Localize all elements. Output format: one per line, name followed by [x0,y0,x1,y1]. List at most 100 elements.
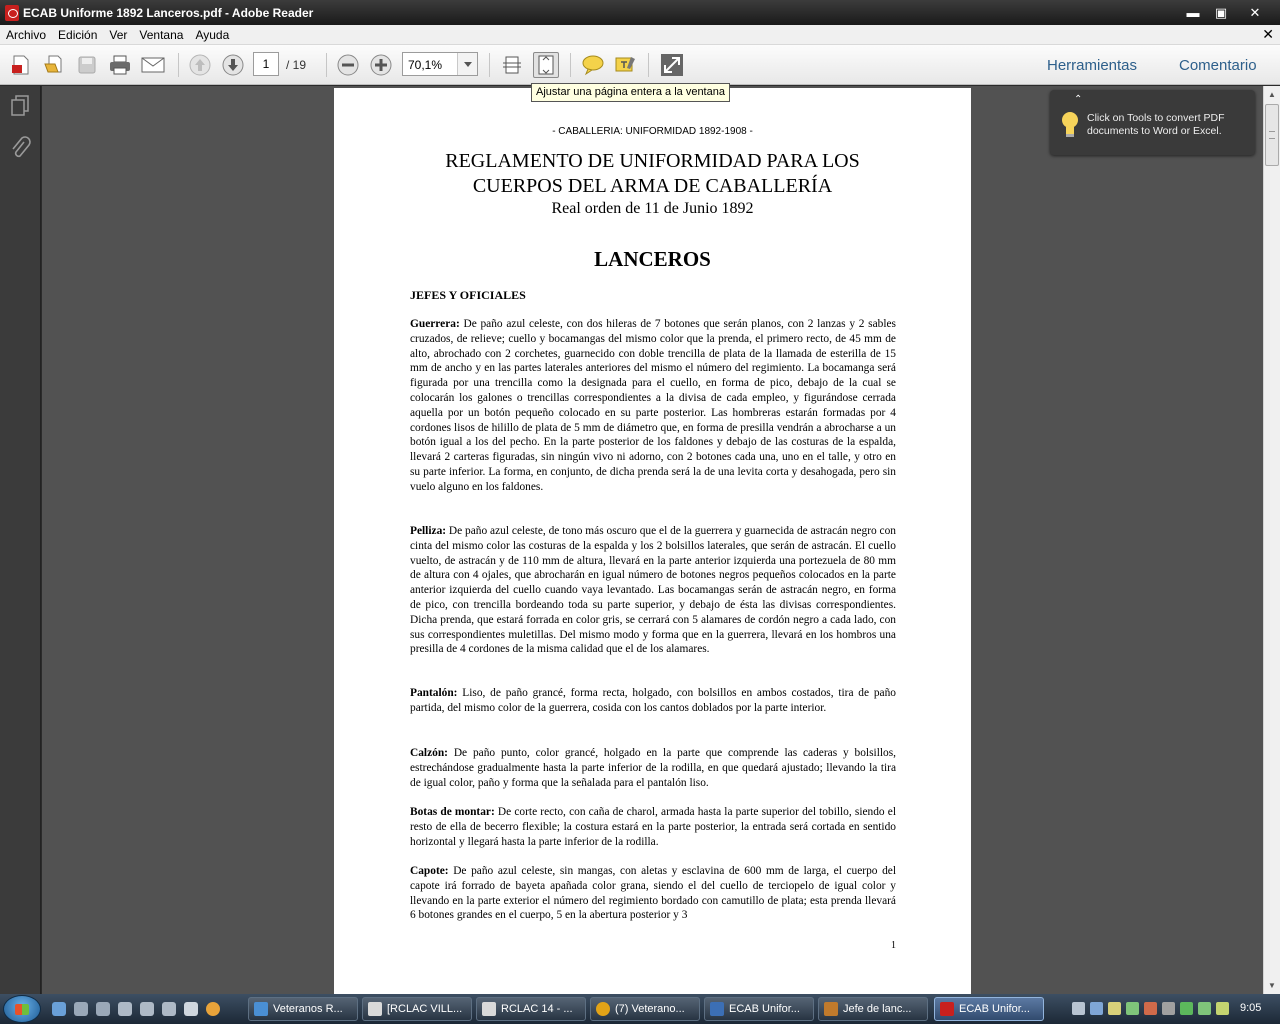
pdf-page: - CABALLERIA: UNIFORMIDAD 1892-1908 - RE… [334,88,971,994]
page-number-input[interactable]: 1 [253,52,279,76]
page-number: 1 [891,940,896,951]
callout-text: Click on Tools to convert PDF documents … [1087,112,1225,137]
sticky-note-icon[interactable] [580,52,606,78]
vertical-scrollbar[interactable]: ▲ ▼ [1263,86,1280,994]
taskbar-item[interactable]: Jefe de lanc... [818,997,928,1021]
quicklaunch-icon[interactable] [74,1002,88,1016]
paragraph-text: De paño punto, color grancé, holgado en … [410,747,896,789]
taskbar-item-active[interactable]: ECAB Unifor... [934,997,1044,1021]
menu-ayuda[interactable]: Ayuda [189,28,235,42]
minimize-button[interactable]: ▬ [1180,4,1206,22]
tray-icon[interactable] [1180,1002,1193,1015]
fit-width-icon[interactable] [499,52,525,78]
page-header: - CABALLERIA: UNIFORMIDAD 1892-1908 - [552,126,753,137]
app-icon [824,1002,838,1016]
menu-ventana[interactable]: Ventana [133,28,189,42]
zoom-value: 70,1% [408,58,443,72]
navigation-pane [0,86,41,994]
toolbar-separator [326,53,327,77]
taskbar: Veteranos R... [RCLAC VILL... RCLAC 14 -… [0,994,1280,1024]
clock: 9:05 [1240,1002,1262,1014]
paragraph-text: De paño azul celeste, de tono más oscuro… [410,525,896,656]
menu-archivo[interactable]: Archivo [0,28,52,42]
scroll-up-arrow-icon[interactable]: ▲ [1264,86,1280,103]
adobe-reader-icon [5,4,19,21]
previous-page-icon[interactable] [187,52,213,78]
taskbar-item[interactable]: [RCLAC VILL... [362,997,472,1021]
paragraph-text: Liso, de paño grancé, forma recta, holga… [410,687,896,714]
fit-page-icon[interactable] [533,52,559,78]
tray-icon[interactable] [1090,1002,1103,1015]
chrome-icon[interactable] [206,1002,220,1016]
tray-icon[interactable] [1216,1002,1229,1015]
taskbar-item[interactable]: Veteranos R... [248,997,358,1021]
open-file-icon[interactable] [41,52,67,78]
quicklaunch-icon[interactable] [140,1002,154,1016]
close-document-button[interactable]: ✕ [1262,26,1274,43]
app-icon [254,1002,268,1016]
paragraph-term: Pantalón: [410,687,458,699]
attachments-icon[interactable] [9,136,31,160]
highlight-text-icon[interactable] [613,52,639,78]
document-viewport[interactable]: - CABALLERIA: UNIFORMIDAD 1892-1908 - RE… [42,86,1263,994]
taskbar-item-label: Jefe de lanc... [843,1003,912,1015]
taskbar-item[interactable]: (7) Veterano... [590,997,700,1021]
menu-ver[interactable]: Ver [103,28,133,42]
tray-icon[interactable] [1072,1002,1085,1015]
taskbar-item[interactable]: ECAB Unifor... [704,997,814,1021]
quicklaunch-icon[interactable] [52,1002,66,1016]
taskbar-item-label: [RCLAC VILL... [387,1003,463,1015]
paragraph-term: Guerrera: [410,318,460,330]
quicklaunch-icon[interactable] [162,1002,176,1016]
paragraph-term: Capote: [410,865,449,877]
chevron-down-icon[interactable] [457,53,477,75]
taskbar-item-label: RCLAC 14 - ... [501,1003,573,1015]
tray-icon[interactable] [1198,1002,1211,1015]
tray-icon[interactable] [1108,1002,1121,1015]
app-icon [368,1002,382,1016]
zoom-out-icon[interactable] [335,52,361,78]
save-icon[interactable] [74,52,100,78]
zoom-select[interactable]: 70,1% [402,52,478,76]
document-title: REGLAMENTO DE UNIFORMIDAD PARA LOS CUERP… [374,149,931,199]
taskbar-item[interactable]: RCLAC 14 - ... [476,997,586,1021]
tray-icon[interactable] [1144,1002,1157,1015]
tools-tab[interactable]: Herramientas [1047,57,1137,74]
close-button[interactable]: ✕ [1236,4,1274,22]
tools-callout[interactable]: ⌃ Click on Tools to convert PDF document… [1050,90,1255,155]
maximize-button[interactable]: ▣ [1208,4,1234,22]
start-button[interactable] [3,995,41,1023]
paragraph-botas: Botas de montar: De corte recto, con cañ… [410,805,896,849]
paragraph-term: Calzón: [410,747,448,759]
tray-icon[interactable] [1162,1002,1175,1015]
scroll-down-arrow-icon[interactable]: ▼ [1264,977,1280,994]
print-icon[interactable] [107,52,133,78]
lightbulb-icon [1060,110,1080,141]
zoom-in-icon[interactable] [368,52,394,78]
full-screen-icon[interactable] [659,52,685,78]
taskbar-item-label: ECAB Unifor... [959,1003,1030,1015]
paragraph-term: Pelliza: [410,525,447,537]
menu-edicion[interactable]: Edición [52,28,103,42]
quicklaunch-icon[interactable] [96,1002,110,1016]
create-pdf-icon[interactable] [8,52,34,78]
subsection-heading: JEFES Y OFICIALES [410,288,526,302]
title-bar: ECAB Uniforme 1892 Lanceros.pdf - Adobe … [0,0,1280,25]
quicklaunch-icon[interactable] [118,1002,132,1016]
app-icon [482,1002,496,1016]
paragraph-text: De paño azul celeste, con dos hileras de… [410,318,896,493]
email-icon[interactable] [140,52,166,78]
scroll-thumb[interactable] [1265,104,1279,166]
next-page-icon[interactable] [220,52,246,78]
tray-icon[interactable] [1126,1002,1139,1015]
paragraph-guerrera: Guerrera: De paño azul celeste, con dos … [410,317,896,495]
app-icon [710,1002,724,1016]
paragraph-text: De paño azul celeste, sin mangas, con al… [410,865,896,922]
page-thumbnails-icon[interactable] [9,94,31,118]
document-subtitle: Real orden de 11 de Junio 1892 [551,200,754,217]
comment-tab[interactable]: Comentario [1179,57,1257,74]
paragraph-pantalon: Pantalón: Liso, de paño grancé, forma re… [410,686,896,716]
title-line-2: CUERPOS DEL ARMA DE CABALLERÍA [472,175,833,197]
collapse-caret-icon[interactable]: ⌃ [1074,94,1082,105]
quicklaunch-icon[interactable] [184,1002,198,1016]
